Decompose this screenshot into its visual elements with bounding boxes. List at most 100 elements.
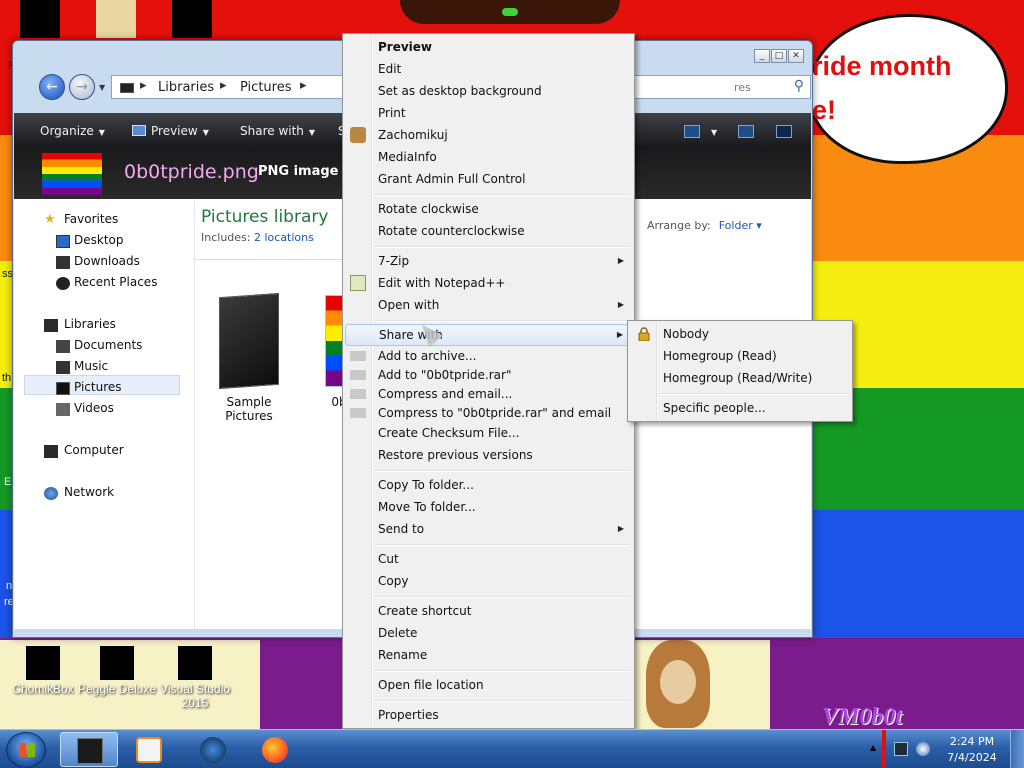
nav-network[interactable]: Network <box>64 485 114 499</box>
peggle-icon <box>100 646 134 680</box>
submenu-arrow-icon: ▶ <box>617 524 624 533</box>
menu-send-to[interactable]: Send to ▶ <box>345 518 632 540</box>
breadcrumb-pictures[interactable]: Pictures <box>240 80 291 95</box>
nav-music[interactable]: Music <box>74 359 108 373</box>
nav-libraries[interactable]: Libraries <box>64 317 116 331</box>
nav-favorites[interactable]: Favorites <box>64 212 118 226</box>
forward-button[interactable]: → <box>69 74 95 100</box>
menu-properties[interactable]: Properties <box>345 704 632 726</box>
clock[interactable]: 2:24 PM 7/4/2024 <box>942 734 1002 766</box>
start-button[interactable] <box>6 732 46 768</box>
taskbar-explorer[interactable] <box>60 732 118 767</box>
menu-grant-admin[interactable]: Grant Admin Full Control <box>345 168 632 190</box>
menu-copy[interactable]: Copy <box>345 570 632 592</box>
taskbar-media-player[interactable] <box>120 732 178 767</box>
navigation-pane: ★ Favorites Desktop Downloads Recent Pla… <box>14 199 194 629</box>
menu-preview[interactable]: Preview <box>345 36 632 58</box>
menu-zachomikuj[interactable]: Zachomikuj <box>345 124 632 146</box>
desktop-icon-top[interactable] <box>172 0 212 38</box>
menu-delete[interactable]: Delete <box>345 622 632 644</box>
desktop-icon-top[interactable] <box>96 0 136 38</box>
recent-pages-dropdown[interactable]: ▼ <box>99 83 105 92</box>
file-thumbnail <box>42 153 102 195</box>
share-homegroup-read[interactable]: Homegroup (Read) <box>630 345 851 367</box>
help-icon[interactable] <box>776 125 792 138</box>
nav-desktop[interactable]: Desktop <box>74 233 124 247</box>
menu-item-label: Cut <box>378 552 399 566</box>
breadcrumb-separator-icon[interactable]: ▸ <box>300 78 307 93</box>
breadcrumb-separator-icon[interactable]: ▸ <box>220 78 227 93</box>
menu-separator <box>375 700 631 702</box>
tray-expand-icon[interactable]: ▲ <box>870 743 876 752</box>
menu-create-checksum[interactable]: Create Checksum File... <box>345 422 632 444</box>
arrange-by-dropdown[interactable]: Folder ▾ <box>719 219 762 232</box>
menu-open-file-location[interactable]: Open file location <box>345 674 632 696</box>
breadcrumb-libraries[interactable]: Libraries <box>158 80 214 95</box>
share-homegroup-readwrite[interactable]: Homegroup (Read/Write) <box>630 367 851 389</box>
arrange-by-label: Arrange by: <box>647 219 711 232</box>
close-button[interactable]: ✕ <box>788 49 804 63</box>
view-options-dropdown[interactable]: ▼ <box>706 124 717 138</box>
chomikbox-icon <box>26 646 60 680</box>
menu-edit-notepadpp[interactable]: Edit with Notepad++ <box>345 272 632 294</box>
speech-bubble-text: ride month e! <box>812 51 952 125</box>
network-tray-icon[interactable] <box>894 742 908 756</box>
menu-7zip[interactable]: 7-Zip ▶ <box>345 250 632 272</box>
menu-restore-versions[interactable]: Restore previous versions <box>345 444 632 466</box>
view-options-icon[interactable] <box>684 125 700 138</box>
search-icon[interactable]: ⚲ <box>794 78 804 94</box>
menu-share-with[interactable]: Share with ▶ <box>345 324 632 346</box>
explorer-taskbar-icon <box>77 738 103 764</box>
back-button[interactable]: ← <box>39 74 65 100</box>
nav-computer[interactable]: Computer <box>64 443 124 457</box>
menu-create-shortcut[interactable]: Create shortcut <box>345 600 632 622</box>
menu-rotate-clockwise[interactable]: Rotate clockwise <box>345 198 632 220</box>
maximize-button[interactable]: □ <box>771 49 787 63</box>
nav-downloads[interactable]: Downloads <box>74 254 140 268</box>
includes-locations-link[interactable]: 2 locations <box>254 231 314 244</box>
menu-item-label: Edit with Notepad++ <box>378 276 506 290</box>
includes-label: Includes: <box>201 231 251 244</box>
organize-button[interactable]: Organize ▼ <box>40 124 105 138</box>
menu-cut[interactable]: Cut <box>345 548 632 570</box>
clock-time: 2:24 PM <box>949 735 995 748</box>
breadcrumb-separator-icon[interactable]: ▸ <box>140 78 147 93</box>
menu-separator <box>375 194 631 196</box>
taskbar-app[interactable] <box>184 732 242 767</box>
menu-item-label: Properties <box>378 708 439 722</box>
search-box[interactable]: res <box>734 81 751 94</box>
volume-tray-icon[interactable] <box>916 742 930 756</box>
share-with-button[interactable]: Share with ▼ <box>240 124 315 138</box>
nav-pictures[interactable]: Pictures <box>74 380 122 394</box>
menu-open-with[interactable]: Open with ▶ <box>345 294 632 316</box>
desktop-icon-peggle[interactable]: Peggle Deluxe <box>74 646 160 696</box>
menu-item-label: Restore previous versions <box>378 448 533 462</box>
menu-copy-to-folder[interactable]: Copy To folder... <box>345 474 632 496</box>
menu-rename[interactable]: Rename <box>345 644 632 666</box>
desktop-icon-visual-studio[interactable]: Visual Studio 2015 <box>152 646 238 710</box>
menu-rotate-counterclockwise[interactable]: Rotate counterclockwise <box>345 220 632 242</box>
share-specific-people[interactable]: Specific people... <box>630 397 851 419</box>
menu-print[interactable]: Print <box>345 102 632 124</box>
taskbar-firefox[interactable] <box>246 732 304 767</box>
menu-mediainfo[interactable]: MediaInfo <box>345 146 632 168</box>
menu-edit[interactable]: Edit <box>345 58 632 80</box>
share-nobody[interactable]: Nobody <box>630 323 851 345</box>
menu-item-label: Copy To folder... <box>378 478 474 492</box>
folder-item[interactable]: Sample Pictures <box>203 292 295 423</box>
nav-documents[interactable]: Documents <box>74 338 142 352</box>
menu-set-desktop-background[interactable]: Set as desktop background <box>345 80 632 102</box>
share-with-submenu: Nobody Homegroup (Read) Homegroup (Read/… <box>627 320 853 422</box>
menu-move-to-folder[interactable]: Move To folder... <box>345 496 632 518</box>
menu-item-label: Set as desktop background <box>378 84 542 98</box>
winrar-icon <box>350 389 366 399</box>
menu-compress-rar-email[interactable]: Compress to "0b0tpride.rar" and email <box>345 402 632 424</box>
preview-pane-icon[interactable] <box>738 125 754 138</box>
minimize-button[interactable]: _ <box>754 49 770 63</box>
nav-videos[interactable]: Videos <box>74 401 114 415</box>
preview-button[interactable]: Preview ▼ <box>132 124 209 138</box>
desktop-icon-top[interactable] <box>20 0 60 38</box>
nav-recent-places[interactable]: Recent Places <box>74 275 157 289</box>
show-desktop-button[interactable] <box>1010 730 1024 768</box>
firefox-icon <box>262 737 288 763</box>
